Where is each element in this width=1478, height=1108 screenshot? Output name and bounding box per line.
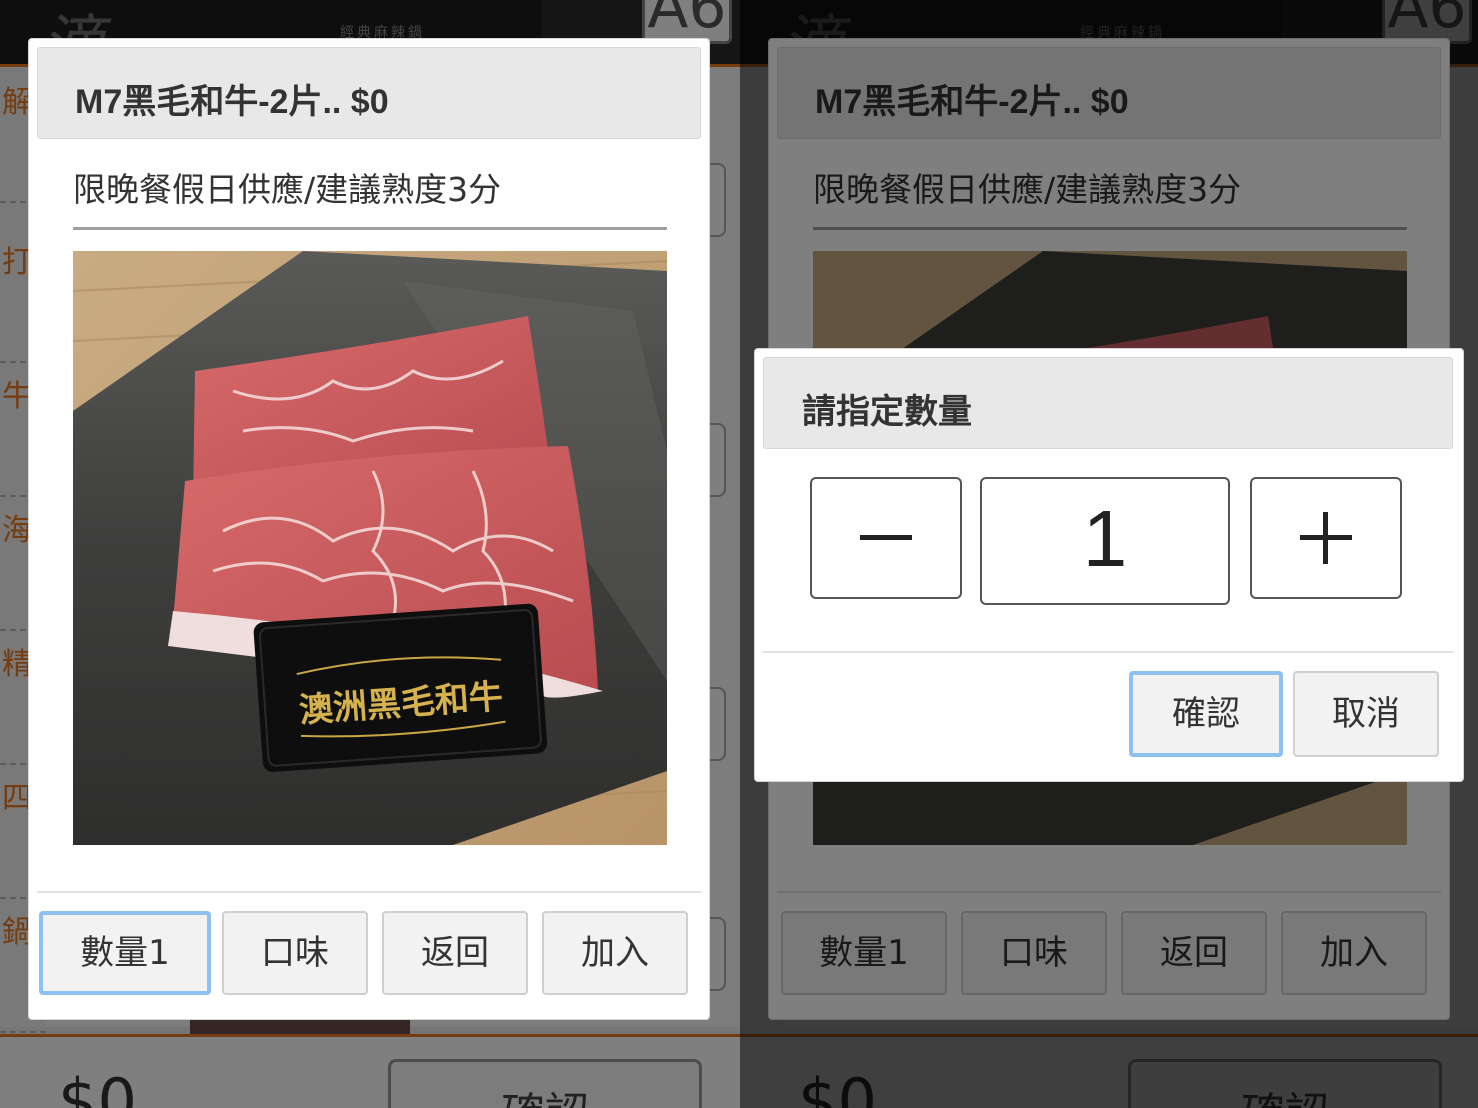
decrease-button[interactable] bbox=[810, 477, 962, 599]
confirm-button[interactable]: 確認 bbox=[1129, 671, 1283, 757]
product-title: M7黑毛和牛-2片.. $0 bbox=[75, 83, 389, 121]
back-button[interactable]: 返回 bbox=[382, 911, 528, 995]
quantity-dialog: 請指定數量 1 確認 取消 bbox=[754, 348, 1464, 782]
quantity-button[interactable]: 數量1 bbox=[39, 911, 211, 995]
flavor-button[interactable]: 口味 bbox=[222, 911, 368, 995]
add-to-order-button[interactable]: 加入 bbox=[542, 911, 688, 995]
divider bbox=[73, 227, 667, 230]
quantity-dialog-title: 請指定數量 bbox=[802, 392, 972, 432]
left-screen: 滴 經典麻辣鍋 A6 解 打 牛 海 精 四 鍋 $0 確認 bbox=[0, 0, 740, 1108]
product-detail-modal: M7黑毛和牛-2片.. $0 限晚餐假日供應/建議熟度3分 澳洲黑毛和牛 數量1… bbox=[28, 38, 710, 1020]
cancel-button[interactable]: 取消 bbox=[1293, 671, 1439, 757]
quantity-dialog-header: 請指定數量 bbox=[763, 357, 1453, 449]
dialog-divider bbox=[763, 651, 1453, 653]
minus-icon bbox=[860, 535, 912, 540]
quantity-input[interactable]: 1 bbox=[980, 477, 1230, 605]
increase-button[interactable] bbox=[1250, 477, 1402, 599]
product-header: M7黑毛和牛-2片.. $0 bbox=[37, 47, 701, 139]
right-screen: 滴 經典麻辣鍋 A6 $0 確認 M7黑毛和牛-2片.. $0 限晚餐假日供應/… bbox=[740, 0, 1478, 1108]
product-photo: 澳洲黑毛和牛 bbox=[73, 251, 667, 845]
product-description: 限晚餐假日供應/建議熟度3分 bbox=[73, 170, 502, 209]
footer-divider bbox=[37, 891, 701, 893]
quantity-value: 1 bbox=[1082, 494, 1128, 583]
